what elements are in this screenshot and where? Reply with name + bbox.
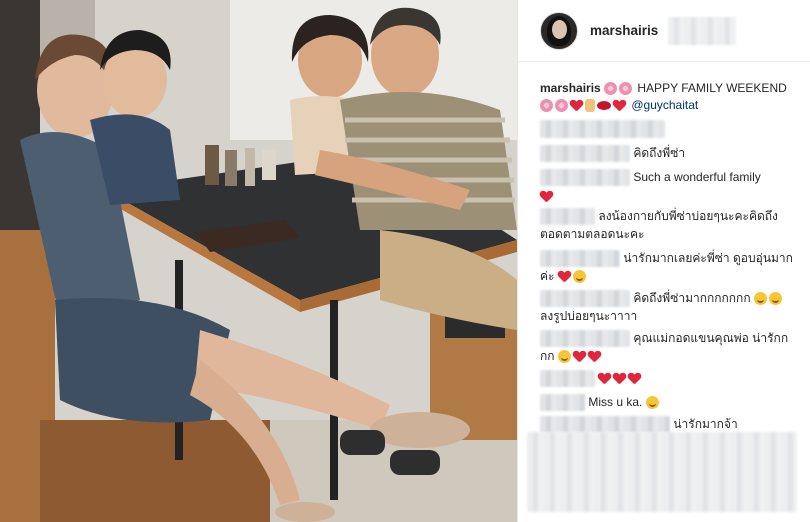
comment-row-continued: ลงรูปบ่อยๆนะาาาา: [540, 308, 637, 324]
cherry-blossom-icon: [540, 99, 553, 113]
blurred-username: [540, 394, 585, 412]
red-heart-icon: [540, 191, 553, 203]
comment-text: ค่ะ: [540, 269, 555, 283]
caption-mention-link[interactable]: @guychaitat: [631, 98, 698, 112]
comment-text: น่ารักมากเลยค่ะพี่ซ่า ดูอบอุ่นมาก: [623, 251, 793, 265]
blurred-username: [540, 370, 595, 388]
blurred-header-area: [668, 16, 737, 45]
post-photo: [0, 0, 517, 522]
comment-row: น่ารักมากจ้า: [540, 416, 738, 434]
red-heart-icon: [570, 100, 583, 112]
comment-row: [540, 370, 643, 388]
family-photo-illustration: [0, 0, 517, 522]
comment-text: คุณแม่กอดแขนคุณพ่อ น่ารักก: [633, 331, 789, 345]
comment-text: กก: [540, 349, 555, 363]
avatar[interactable]: [540, 11, 578, 50]
blurred-username: [540, 120, 665, 138]
red-heart-icon: [573, 351, 586, 363]
caption-text: HAPPY FAMILY WEEKEND: [637, 81, 787, 95]
cherry-blossom-icon: [555, 99, 568, 113]
comment-text: ลงน้องกายกับพี่ซ่าบ่อยๆนะคะคิดถึง: [598, 209, 778, 223]
caption-username[interactable]: marshairis: [540, 81, 601, 95]
red-heart-icon: [558, 271, 571, 283]
caption-line-2: @guychaitat: [540, 97, 698, 113]
red-heart-icon: [598, 373, 611, 385]
red-heart-icon: [613, 373, 626, 385]
comment-row: คิดถึงพี่ซ่า: [540, 145, 686, 163]
post-header: marshairis: [518, 0, 810, 62]
comment-row-continued: ค่ะ: [540, 268, 588, 284]
smiling-face-icon: [753, 292, 767, 306]
comment-row: [540, 188, 555, 204]
hand-sign-icon: [585, 99, 595, 113]
comment-text: ลงรูปบ่อยๆนะาาาา: [540, 309, 638, 323]
smiling-face-icon: [557, 350, 571, 364]
blurred-username: [540, 145, 630, 163]
smiling-face-icon: [572, 270, 586, 284]
comment-row: คิดถึงพี่ซ่ามากกกกกกก: [540, 290, 784, 308]
comment-row: Such a wonderful family: [540, 169, 761, 187]
comment-text: ตอดตามตลอดนะคะ: [540, 227, 645, 241]
blurred-username: [540, 208, 595, 226]
comment-row: คุณแม่กอดแขนคุณพ่อ น่ารักก: [540, 330, 789, 348]
red-heart-icon: [628, 373, 641, 385]
blurred-username: [540, 169, 630, 187]
smiling-face-icon: [645, 396, 659, 410]
red-heart-icon: [588, 351, 601, 363]
comment-text: คิดถึงพี่ซ่ามากกกกกกก: [633, 291, 751, 305]
comment-text: น่ารักมากจ้า: [673, 417, 738, 431]
blurred-username: [540, 250, 620, 268]
comment-row: ลงน้องกายกับพี่ซ่าบ่อยๆนะคะคิดถึง: [540, 208, 778, 226]
comment-text: คิดถึงพี่ซ่า: [633, 146, 686, 160]
smiling-face-icon: [768, 292, 782, 306]
blurred-footer-area: [527, 432, 797, 512]
comment-row: [540, 120, 665, 138]
cherry-blossom-icon: [619, 82, 633, 96]
comment-text: Miss u ka.: [588, 395, 643, 409]
comment-row-continued: ตอดตามตลอดนะคะ: [540, 226, 645, 242]
header-username[interactable]: marshairis: [590, 23, 658, 38]
comment-row-continued: กก: [540, 348, 603, 364]
comment-row: Miss u ka.: [540, 394, 661, 412]
red-heart-icon: [613, 100, 626, 112]
blurred-username: [540, 290, 630, 308]
caption-line-1: marshairis HAPPY FAMILY WEEKEND: [540, 80, 787, 96]
cherry-blossom-icon: [604, 82, 618, 96]
kiss-lips-icon: [597, 101, 611, 111]
blurred-username: [540, 330, 630, 348]
comment-text: Such a wonderful family: [633, 170, 761, 184]
comment-row: น่ารักมากเลยค่ะพี่ซ่า ดูอบอุ่นมาก: [540, 250, 793, 268]
blurred-username: [540, 416, 670, 434]
